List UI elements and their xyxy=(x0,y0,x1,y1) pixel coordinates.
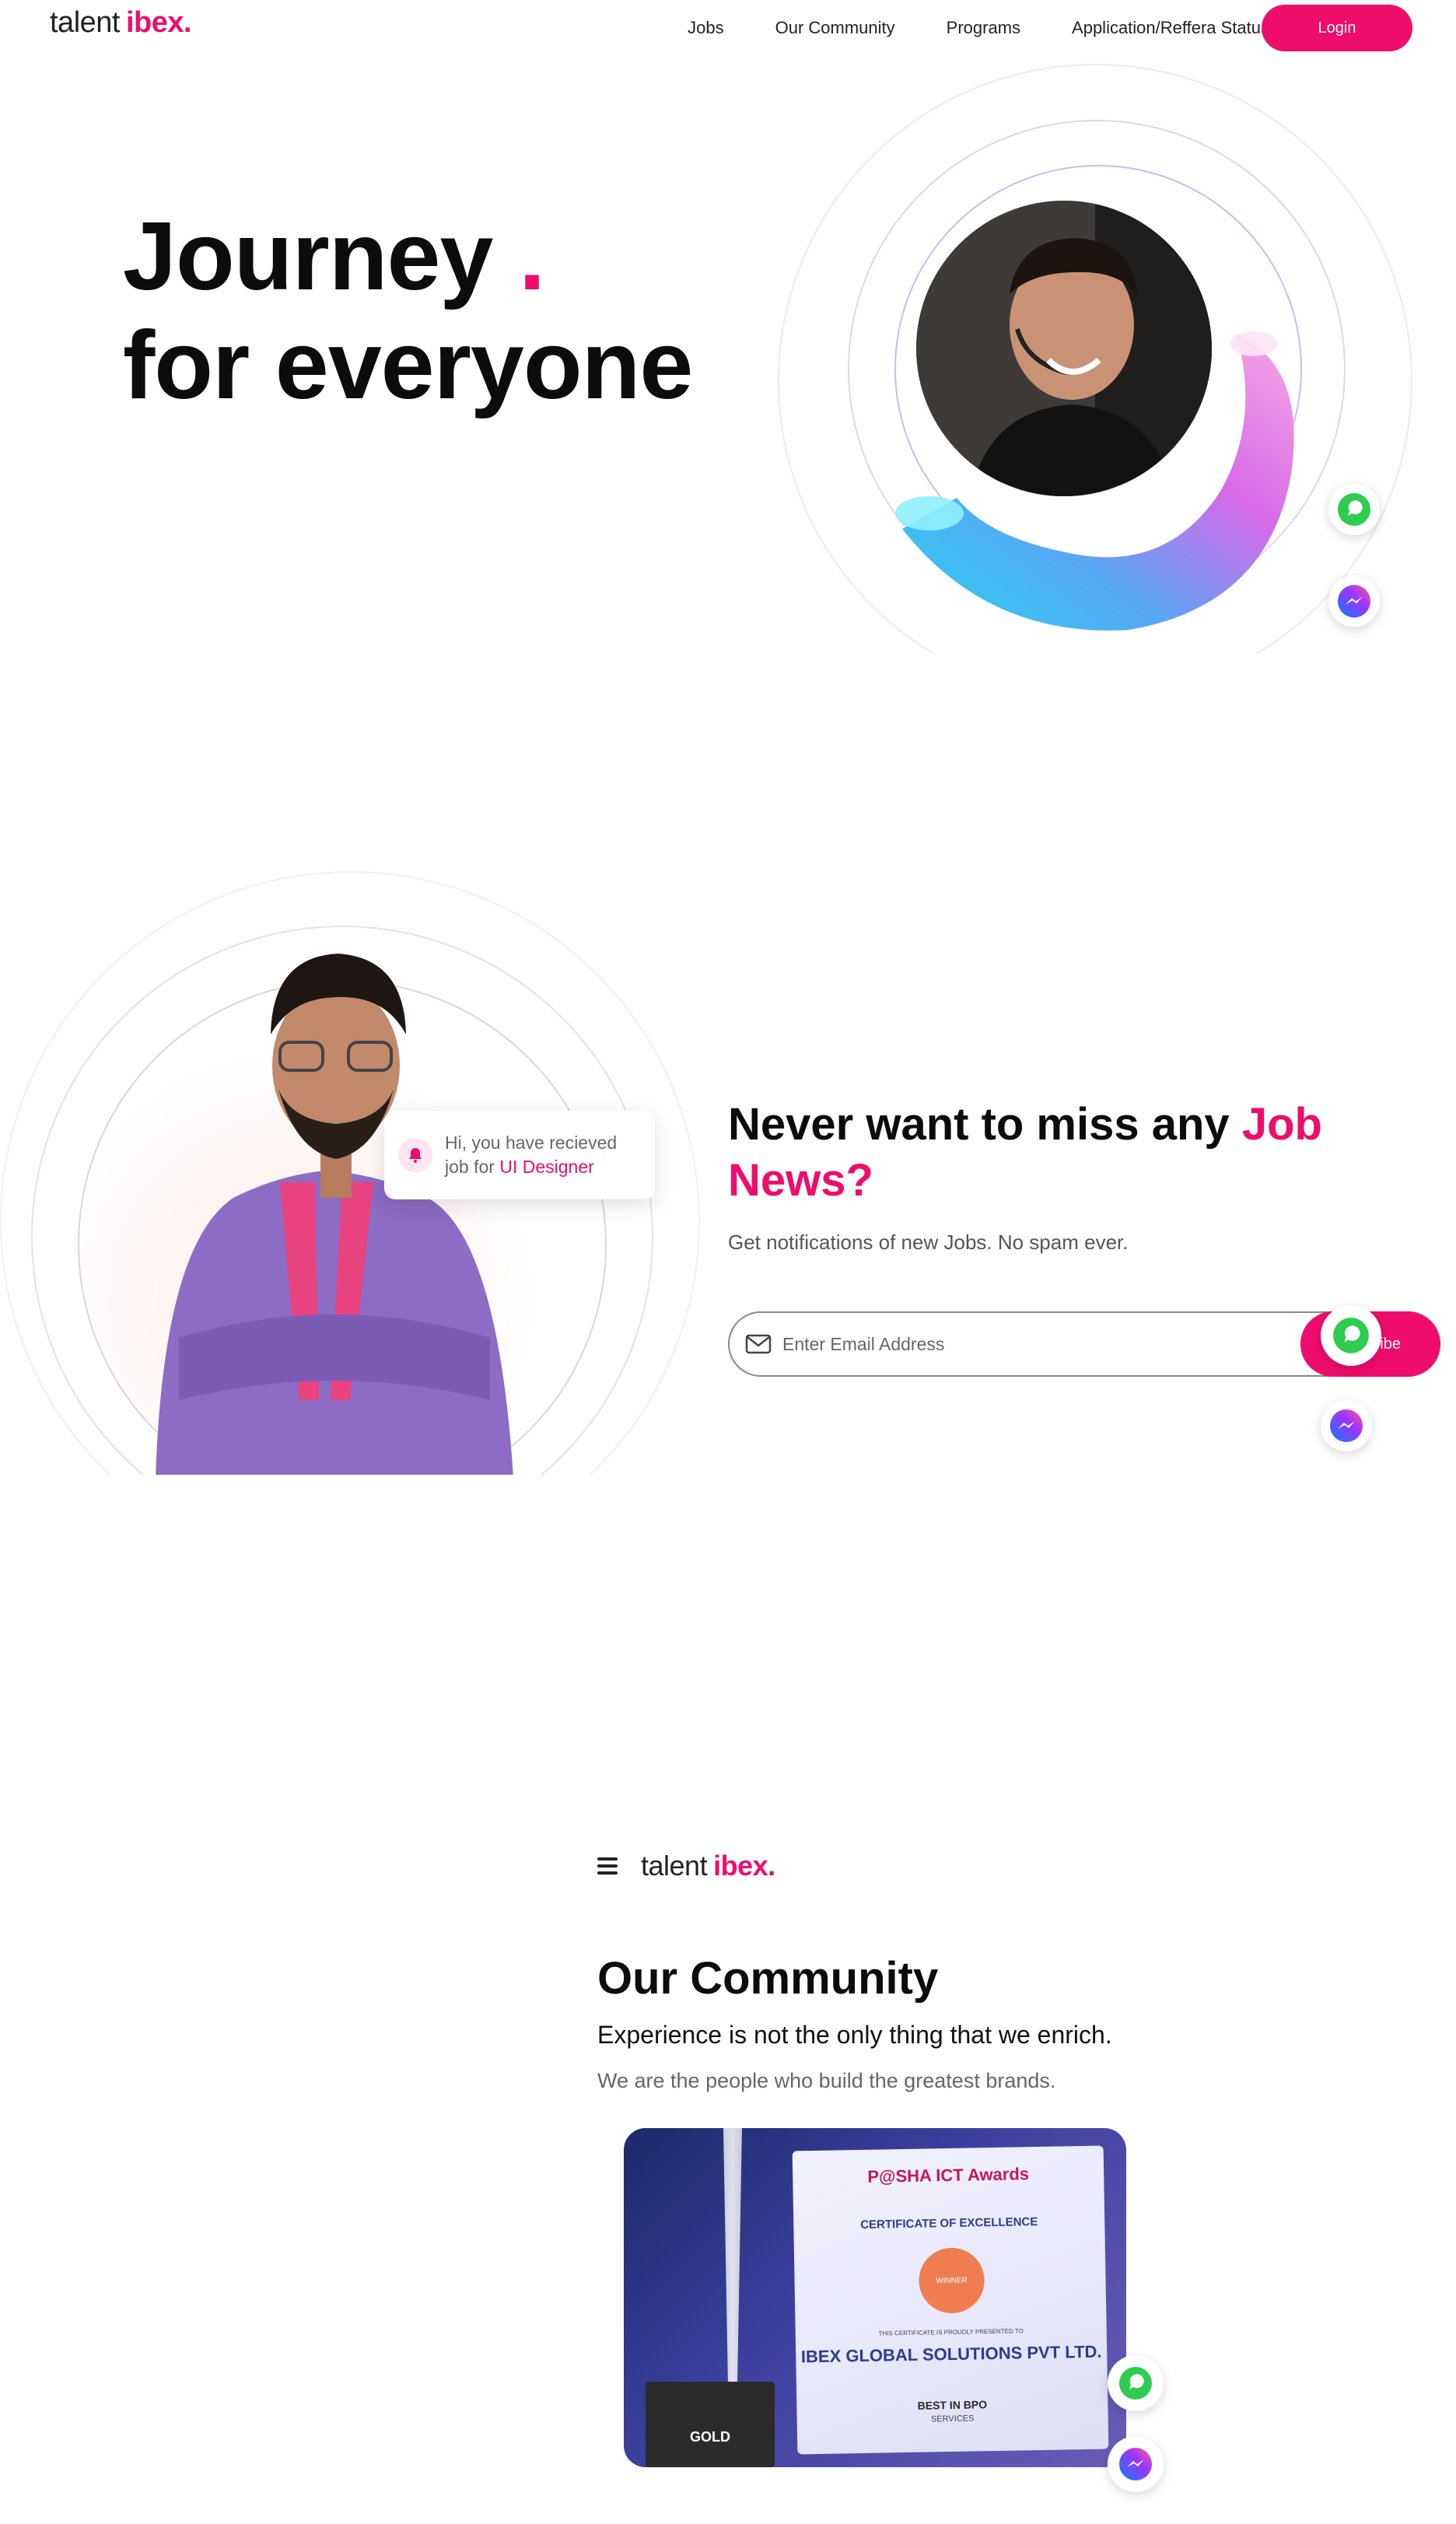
hero-title: Journey . for everyone xyxy=(123,202,693,420)
trophy-base: GOLD xyxy=(646,2382,775,2467)
mail-icon xyxy=(745,1334,772,1354)
messenger-icon xyxy=(1119,2448,1152,2480)
brand-name-bold-2: ibex. xyxy=(713,1850,775,1882)
community-subtitle: Experience is not the only thing that we… xyxy=(597,2021,1112,2049)
community-award-image: P@SHA ICT Awards CERTIFICATE OF EXCELLEN… xyxy=(624,2128,1126,2467)
newsletter-title: Never want to miss any Job News? xyxy=(728,1097,1366,1209)
nav-link-jobs[interactable]: Jobs xyxy=(688,18,723,38)
certificate-category-2: SERVICES xyxy=(930,2414,975,2424)
whatsapp-icon xyxy=(1119,2367,1152,2400)
certificate-header: P@SHA ICT Awards xyxy=(867,2164,1030,2186)
certificate-company: IBEX GLOBAL SOLUTIONS PVT LTD. xyxy=(800,2341,1102,2367)
certificate-category: BEST IN BPO xyxy=(917,2398,988,2412)
whatsapp-button-2[interactable] xyxy=(1321,1305,1381,1366)
brand-name-bold: ibex. xyxy=(125,6,192,39)
hero-line-2: for everyone xyxy=(123,312,693,419)
certificate-badge: WINNER xyxy=(918,2247,985,2314)
login-button[interactable]: Login xyxy=(1262,5,1412,51)
notification-highlight: UI Designer xyxy=(499,1157,594,1177)
whatsapp-button-3[interactable] xyxy=(1108,2355,1164,2411)
certificate-presented: THIS CERTIFICATE IS PROUDLY PRESENTED TO xyxy=(878,2327,1024,2337)
trophy-label: GOLD xyxy=(690,2429,730,2445)
messenger-button-2[interactable] xyxy=(1321,1400,1372,1451)
nav-link-our-community[interactable]: Our Community xyxy=(775,18,895,38)
hero-dot: . xyxy=(518,203,545,310)
newsletter-title-plain: Never want to miss any xyxy=(728,1099,1242,1150)
community-title: Our Community xyxy=(597,1953,939,2004)
notification-text: Hi, you have recieved job for UI Designe… xyxy=(445,1131,641,1179)
hero-visual xyxy=(770,62,1423,653)
notification-card: Hi, you have recieved job for UI Designe… xyxy=(384,1111,655,1199)
messenger-icon xyxy=(1338,585,1370,618)
messenger-button[interactable] xyxy=(1328,576,1380,627)
hero-line-1: Journey xyxy=(123,203,493,310)
nav-link-application-status[interactable]: Application/Reffera Status xyxy=(1072,18,1269,38)
newsletter-subtitle: Get notifications of new Jobs. No spam e… xyxy=(728,1230,1129,1254)
certificate: P@SHA ICT Awards CERTIFICATE OF EXCELLEN… xyxy=(792,2145,1109,2455)
whatsapp-icon xyxy=(1333,1318,1369,1353)
certificate-title: CERTIFICATE OF EXCELLENCE xyxy=(860,2215,1038,2232)
brand-name-light: talent xyxy=(50,6,120,39)
top-nav: talent ibex. Jobs Our Community Programs … xyxy=(0,0,1456,56)
email-input[interactable] xyxy=(782,1333,1265,1355)
messenger-button-3[interactable] xyxy=(1108,2436,1164,2492)
hero-avatar xyxy=(916,201,1212,496)
community-header: talent ibex. xyxy=(597,1850,775,1882)
person-illustration xyxy=(916,201,1212,496)
nav-link-programs[interactable]: Programs xyxy=(947,18,1020,38)
brand-name-light-2: talent xyxy=(641,1850,708,1882)
brand-logo-2[interactable]: talent ibex. xyxy=(641,1850,775,1882)
hamburger-menu-icon[interactable] xyxy=(597,1857,618,1875)
brand-logo[interactable]: talent ibex. xyxy=(50,6,192,40)
whatsapp-icon xyxy=(1338,493,1370,526)
community-description: We are the people who build the greatest… xyxy=(597,2069,1056,2092)
whatsapp-button[interactable] xyxy=(1328,484,1380,535)
messenger-icon xyxy=(1330,1409,1363,1442)
bell-icon xyxy=(398,1138,432,1172)
nav-links: Jobs Our Community Programs Application/… xyxy=(688,18,1269,38)
trophy-shape xyxy=(723,2128,742,2385)
